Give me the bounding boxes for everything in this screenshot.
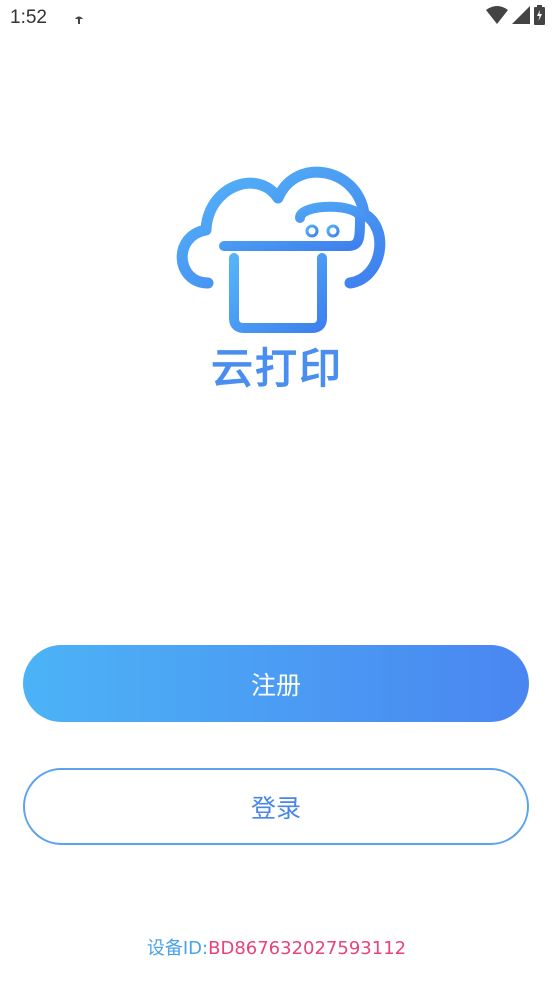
login-button[interactable]: 登录 xyxy=(23,768,529,845)
status-bar: 1:52 xyxy=(0,0,553,38)
device-id-value: BD867632027593112 xyxy=(208,938,407,959)
login-button-label: 登录 xyxy=(250,793,301,823)
notification-icon xyxy=(73,11,85,24)
device-id-label: 设备ID: xyxy=(146,938,209,959)
register-button-label: 注册 xyxy=(250,670,301,700)
battery-icon xyxy=(534,5,545,29)
register-button[interactable]: 注册 xyxy=(23,645,529,722)
device-id: 设备ID:BD867632027593112 xyxy=(0,934,553,960)
logo-text: 云打印 xyxy=(210,344,343,393)
signal-icon xyxy=(512,6,530,28)
status-icons xyxy=(486,5,545,29)
wifi-icon xyxy=(486,6,508,28)
status-time: 1:52 xyxy=(10,7,47,28)
